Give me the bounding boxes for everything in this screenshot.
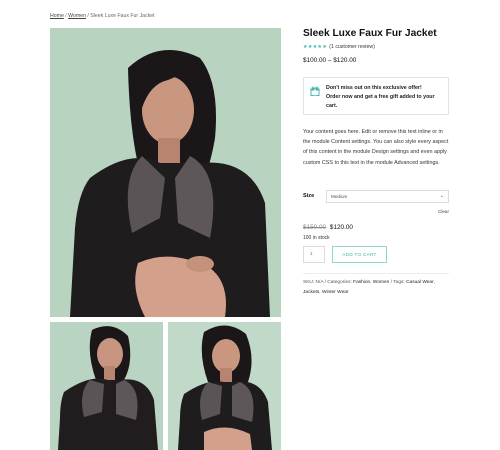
product-meta: SKU: N/A / Categories: Fashion, Women / …	[303, 278, 451, 298]
old-price: $150.00	[303, 224, 327, 231]
review-count-link[interactable]: (1 customer review)	[329, 44, 375, 50]
tag-link-winter-wear[interactable]: Winter Wear	[322, 290, 349, 295]
tags-label: / Tags:	[389, 280, 407, 285]
category-link-fashion[interactable]: Fashion	[353, 280, 370, 285]
size-selected-value: Medium	[331, 194, 348, 199]
size-select[interactable]: Medium ⌄	[326, 190, 449, 203]
promo-line: cart.	[326, 103, 338, 109]
promo-line: Don't miss out on this exclusive offer!	[326, 85, 422, 91]
promo-text: Don't miss out on this exclusive offer! …	[326, 84, 435, 111]
quantity-input[interactable]: 1	[303, 246, 325, 263]
product-main-image[interactable]	[50, 28, 281, 317]
divider	[303, 273, 449, 274]
size-label: Size	[303, 193, 315, 199]
star-rating-icon: ★★★★★	[303, 44, 328, 50]
chevron-down-icon: ⌄	[439, 193, 444, 199]
new-price: $120.00	[329, 224, 353, 231]
product-title: Sleek Luxe Faux Fur Jacket	[303, 28, 437, 39]
promo-box: Don't miss out on this exclusive offer! …	[303, 77, 449, 115]
category-link-women[interactable]: Women	[373, 280, 389, 285]
price-range: $100.00 – $120.00	[303, 57, 357, 64]
product-rating: ★★★★★ (1 customer review)	[303, 44, 375, 50]
model-photo-thumb-1	[50, 322, 163, 450]
breadcrumb-current: Sleek Luxe Faux Fur Jacket	[90, 13, 155, 19]
product-description: Your content goes here. Edit or remove t…	[303, 129, 449, 166]
tag-link-jackets[interactable]: Jackets	[303, 290, 319, 295]
stock-status: 100 in stock	[303, 235, 330, 241]
breadcrumb-home-link[interactable]: Home	[50, 13, 64, 19]
sale-price: $150.00 $120.00	[303, 224, 353, 231]
clear-selection-link[interactable]: Clear	[438, 209, 449, 214]
product-thumbnail-1[interactable]	[50, 322, 163, 450]
meta-comma: ,	[433, 280, 435, 285]
gift-icon	[310, 86, 320, 96]
categories-label: / Categories:	[323, 280, 354, 285]
product-thumbnail-2[interactable]	[168, 322, 281, 450]
tag-link-casual-wear[interactable]: Casual Wear	[406, 280, 433, 285]
model-photo-thumb-2	[168, 322, 281, 450]
add-to-cart-button[interactable]: ADD TO CART	[332, 246, 387, 263]
promo-line: Order now and get a free gift added to y…	[326, 94, 435, 100]
model-photo	[50, 28, 281, 317]
sku-label: SKU:	[303, 280, 316, 285]
breadcrumb: Home / Women / Sleek Luxe Faux Fur Jacke…	[50, 13, 155, 19]
breadcrumb-women-link[interactable]: Women	[68, 13, 86, 19]
